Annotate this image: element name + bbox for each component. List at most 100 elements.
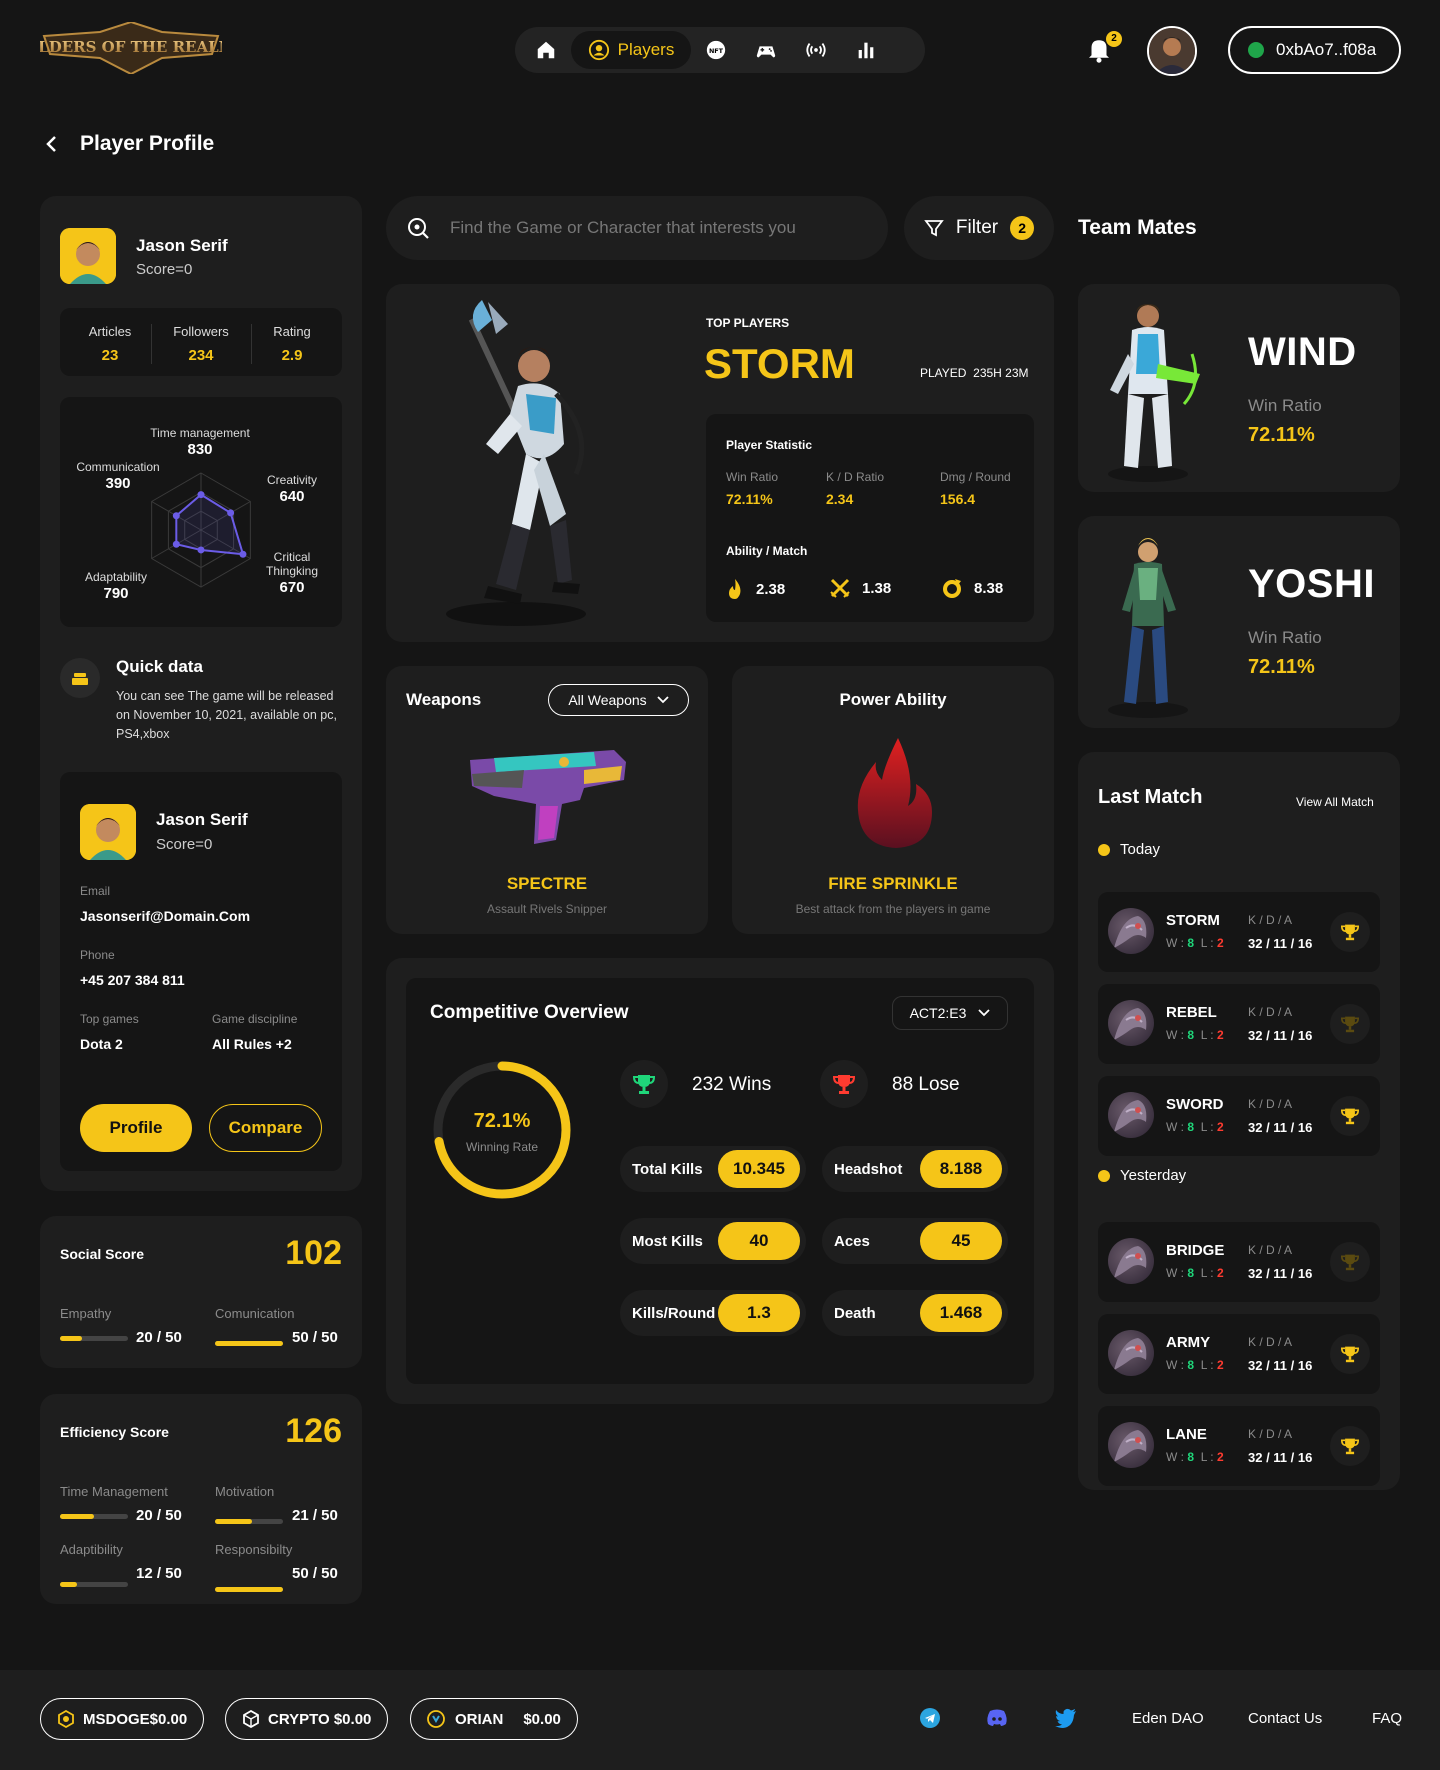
msdoge-icon bbox=[58, 1710, 74, 1728]
elders-of-the-realm-logo[interactable]: ELDERS OF THE REALM bbox=[27, 20, 235, 76]
teammate-card-yoshi[interactable]: YOSHI Win Ratio 72.11% bbox=[1078, 516, 1400, 728]
profile-avatar bbox=[60, 228, 116, 284]
telegram-icon[interactable] bbox=[920, 1708, 940, 1728]
motivation-value: 21 / 50 bbox=[292, 1507, 338, 1524]
match-avatar bbox=[1108, 1330, 1154, 1376]
email-label: Email bbox=[80, 884, 111, 898]
back-button[interactable] bbox=[44, 134, 60, 160]
match-win-loss: W : 8 L : 2 bbox=[1166, 936, 1224, 950]
nav-players[interactable]: Players bbox=[571, 31, 691, 69]
nav-live[interactable] bbox=[791, 31, 841, 69]
act-select[interactable]: ACT2:E3 bbox=[892, 996, 1008, 1030]
match-trophy-button[interactable] bbox=[1330, 1334, 1370, 1374]
broadcast-icon bbox=[806, 43, 826, 57]
ability-swords: 1.38 bbox=[830, 578, 891, 598]
user-avatar[interactable] bbox=[1147, 26, 1197, 76]
top-games-label: Top games bbox=[80, 1012, 139, 1026]
match-kda-value: 32 / 11 / 16 bbox=[1248, 1120, 1313, 1135]
match-trophy-button[interactable] bbox=[1330, 1096, 1370, 1136]
trophy-icon bbox=[1341, 924, 1359, 941]
search-input[interactable]: Find the Game or Character that interest… bbox=[450, 218, 796, 238]
adaptibility-label: Adaptibility bbox=[60, 1542, 123, 1557]
responsibility-bar bbox=[215, 1587, 283, 1592]
pill-total-kills: Total Kills 10.345 bbox=[620, 1146, 806, 1192]
match-kda-label: K / D / A bbox=[1248, 1427, 1293, 1441]
match-trophy-button[interactable] bbox=[1330, 912, 1370, 952]
discipline-value: All Rules +2 bbox=[212, 1036, 292, 1052]
match-row[interactable]: BRIDGE W : 8 L : 2 K / D / A 32 / 11 / 16 bbox=[1098, 1222, 1380, 1302]
gamepad-icon bbox=[756, 46, 776, 58]
team-mates-title: Team Mates bbox=[1078, 216, 1197, 239]
efficiency-score-title: Efficiency Score bbox=[60, 1424, 169, 1440]
radar-label-communication: Communication 390 bbox=[76, 460, 160, 492]
coin-msdoge[interactable]: MSDOGE$0.00 bbox=[40, 1698, 205, 1740]
match-row[interactable]: SWORD W : 8 L : 2 K / D / A 32 / 11 / 16 bbox=[1098, 1076, 1380, 1156]
trophy-green-icon bbox=[633, 1075, 655, 1094]
social-score-card: Social Score 102 Empathy 20 / 50 Comunic… bbox=[40, 1216, 362, 1368]
match-trophy-button[interactable] bbox=[1330, 1426, 1370, 1466]
view-all-match-link[interactable]: View All Match bbox=[1296, 795, 1374, 809]
player-icon bbox=[588, 39, 609, 61]
nav-home[interactable] bbox=[521, 31, 571, 69]
today-label: Today bbox=[1098, 841, 1160, 858]
radar-area bbox=[175, 493, 245, 556]
match-kda-value: 32 / 11 / 16 bbox=[1248, 1450, 1313, 1465]
power-ability-card: Power Ability FIRE SPRINKLE Best attack … bbox=[732, 666, 1054, 934]
wallet-button[interactable]: 0xbAo7..f08a bbox=[1228, 26, 1401, 74]
stat-dmg-round: Dmg / Round 156.4 bbox=[940, 470, 1011, 507]
coin-orian[interactable]: ORIAN $0.00 bbox=[410, 1698, 578, 1740]
profile-button[interactable]: Profile bbox=[80, 1104, 192, 1152]
responsibility-value: 50 / 50 bbox=[292, 1565, 338, 1582]
twitter-icon[interactable] bbox=[1055, 1708, 1077, 1733]
match-player-name: LANE bbox=[1166, 1426, 1207, 1443]
match-kda-value: 32 / 11 / 16 bbox=[1248, 1358, 1313, 1373]
match-row[interactable]: ARMY W : 8 L : 2 K / D / A 32 / 11 / 16 bbox=[1098, 1314, 1380, 1394]
played-time: PLAYED 235H 23M bbox=[920, 366, 1029, 380]
match-trophy-button[interactable] bbox=[1330, 1004, 1370, 1044]
nav-games[interactable] bbox=[741, 31, 791, 69]
search-bar[interactable]: Find the Game or Character that interest… bbox=[386, 196, 888, 260]
match-row[interactable]: REBEL W : 8 L : 2 K / D / A 32 / 11 / 16 bbox=[1098, 984, 1380, 1064]
last-match-title: Last Match bbox=[1098, 786, 1203, 808]
match-row[interactable]: LANE W : 8 L : 2 K / D / A 32 / 11 / 16 bbox=[1098, 1406, 1380, 1486]
time-management-value: 20 / 50 bbox=[136, 1507, 182, 1524]
today-dot bbox=[1098, 843, 1110, 856]
footer-link-eden-dao[interactable]: Eden DAO bbox=[1132, 1710, 1204, 1727]
weapons-select[interactable]: All Weapons bbox=[548, 684, 689, 716]
match-kda-value: 32 / 11 / 16 bbox=[1248, 936, 1313, 951]
match-trophy-button[interactable] bbox=[1330, 1242, 1370, 1282]
svg-text:NFT: NFT bbox=[709, 47, 724, 55]
trophy-icon bbox=[1341, 1254, 1359, 1271]
filter-count-badge: 2 bbox=[1010, 216, 1035, 240]
time-management-label: Time Management bbox=[60, 1484, 168, 1499]
pill-most-kills: Most Kills 40 bbox=[620, 1218, 806, 1264]
ring-icon bbox=[943, 579, 961, 598]
nav-stats[interactable] bbox=[841, 31, 891, 69]
social-score-value: 102 bbox=[285, 1234, 342, 1272]
email-value[interactable]: Jasonserif@Domain.Com bbox=[80, 908, 250, 924]
match-kda-label: K / D / A bbox=[1248, 1243, 1293, 1257]
player-statistic-title: Player Statistic bbox=[726, 438, 813, 452]
teammate-card-wind[interactable]: WIND Win Ratio 72.11% bbox=[1078, 284, 1400, 492]
match-row[interactable]: STORM W : 8 L : 2 K / D / A 32 / 11 / 16 bbox=[1098, 892, 1380, 972]
power-ability-title: Power Ability bbox=[839, 690, 947, 709]
discord-icon[interactable] bbox=[986, 1708, 1008, 1733]
filter-button[interactable]: Filter 2 bbox=[904, 196, 1054, 260]
match-kda-value: 32 / 11 / 16 bbox=[1248, 1266, 1313, 1281]
compare-button[interactable]: Compare bbox=[209, 1104, 322, 1152]
weapons-title: Weapons bbox=[406, 690, 482, 709]
footer-link-contact-us[interactable]: Contact Us bbox=[1248, 1710, 1322, 1727]
power-desc: Best attack from the players in game bbox=[795, 902, 991, 916]
efficiency-score-card: Efficiency Score 126 Time Management 20 … bbox=[40, 1394, 362, 1604]
contact-score: Score=0 bbox=[156, 836, 213, 853]
discipline-label: Game discipline bbox=[212, 1012, 298, 1026]
empathy-value: 20 / 50 bbox=[136, 1329, 182, 1346]
flame-icon bbox=[729, 579, 741, 599]
match-win-loss: W : 8 L : 2 bbox=[1166, 1266, 1224, 1280]
footer-link-faq[interactable]: FAQ bbox=[1372, 1710, 1402, 1727]
nav-nft[interactable]: NFT bbox=[691, 31, 741, 69]
top-games-value: Dota 2 bbox=[80, 1036, 123, 1052]
match-avatar bbox=[1108, 1238, 1154, 1284]
coin-crypto[interactable]: CRYPTO $0.00 bbox=[225, 1698, 389, 1740]
match-player-name: REBEL bbox=[1166, 1004, 1217, 1021]
